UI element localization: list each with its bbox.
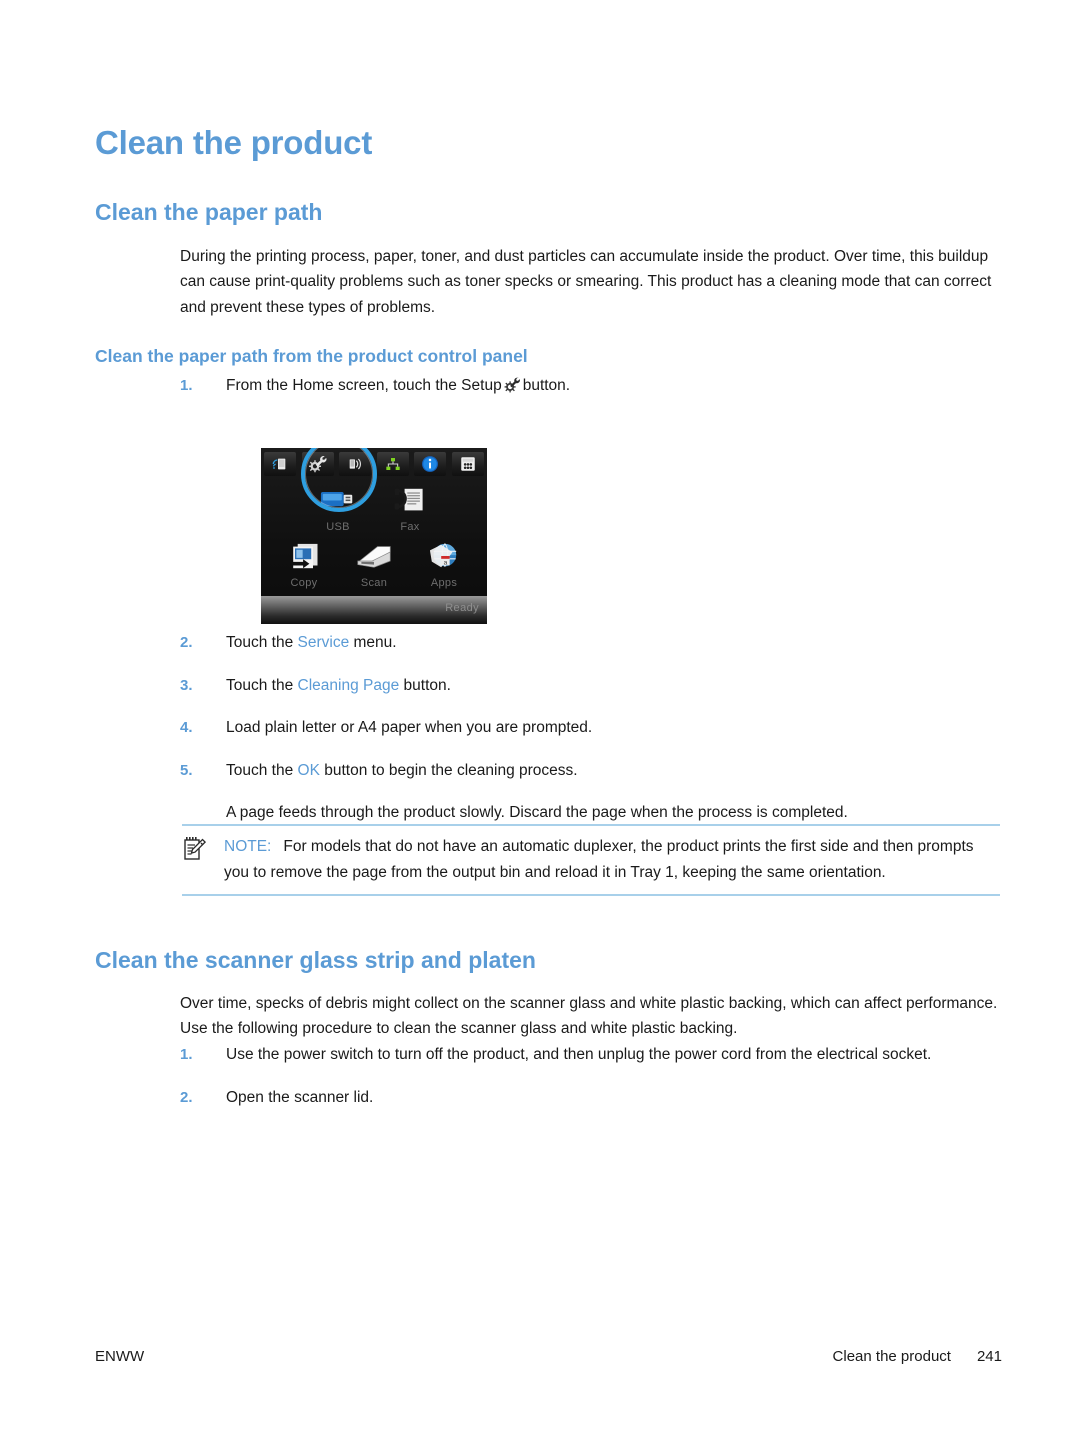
- subsection-heading-control-panel: Clean the paper path from the product co…: [95, 345, 528, 366]
- list-item: 2. Open the scanner lid.: [180, 1085, 1006, 1111]
- step-number: 3.: [180, 676, 193, 694]
- step-text-after: button to begin the cleaning process.: [319, 761, 578, 779]
- page-title: Clean the product: [95, 124, 373, 162]
- section-heading-clean-paper-path: Clean the paper path: [95, 199, 323, 226]
- step-number: 1.: [180, 377, 193, 394]
- document-page: Clean the product Clean the paper path D…: [0, 0, 1080, 1437]
- apps-globe-icon: a: [407, 536, 481, 576]
- ui-reference: OK: [297, 761, 320, 779]
- setup-wrench-gear-icon: [504, 376, 521, 393]
- section-heading-clean-scanner-glass: Clean the scanner glass strip and platen: [95, 947, 536, 974]
- list-item: 5. Touch the OK button to begin the clean…: [180, 758, 1006, 784]
- step-text: Use the power switch to turn off the pro…: [226, 1046, 932, 1063]
- step-text-before: Load plain letter or A4 paper when you a…: [226, 719, 593, 736]
- control-panel-top-icon-bar: [261, 450, 487, 477]
- step-number: 2.: [180, 1088, 193, 1106]
- note-text: For models that do not have an automatic…: [224, 838, 974, 881]
- step-number: 5.: [180, 761, 193, 779]
- ui-reference: Cleaning Page: [297, 676, 400, 694]
- step-number: 1.: [180, 1046, 193, 1063]
- supplies-status-icon[interactable]: [451, 451, 484, 476]
- tile-label: USB: [326, 521, 350, 533]
- tile-label: Fax: [400, 521, 420, 533]
- wireless-signal-icon[interactable]: [339, 451, 372, 476]
- control-panel-app-tiles: USB Fax Copy Scan a Apps: [261, 478, 487, 596]
- tile-label: Scan: [360, 577, 388, 589]
- usb-drive-icon: [301, 480, 375, 520]
- footer-page-number: 241: [976, 1348, 1002, 1365]
- step-text-before: Touch the: [226, 634, 298, 651]
- procedure-list-scanner: 1. Use the power switch to turn off the p…: [180, 1042, 1006, 1110]
- list-item: 1. From the Home screen, touch the Setup: [180, 373, 1006, 399]
- procedure-list-cleaning-page: 2. Touch the Service menu. 3. Touch the Cl…: [180, 630, 1006, 843]
- list-item: 2. Touch the Service menu.: [180, 630, 1006, 656]
- note-label: NOTE:: [224, 838, 272, 855]
- step-number: 4.: [180, 719, 193, 736]
- section-intro-paragraph: During the printing process, paper, tone…: [180, 247, 992, 316]
- step-text-after: button.: [522, 377, 571, 394]
- svg-text:a: a: [444, 559, 448, 566]
- tile-label: Copy: [290, 577, 318, 589]
- note-pad-pencil-icon: [182, 836, 208, 862]
- footer-right: Clean the product 241: [833, 1348, 1002, 1365]
- step-text-after: menu.: [349, 634, 397, 651]
- tile-label: Apps: [430, 577, 458, 589]
- status-text: Ready: [445, 602, 479, 614]
- note-admonition: NOTE: For models that do not have an auto…: [182, 824, 1000, 896]
- footer-language-code: ENWW: [95, 1348, 145, 1365]
- fax-icon: [373, 480, 447, 520]
- list-item: 1. Use the power switch to turn off the p…: [180, 1042, 1006, 1068]
- information-icon[interactable]: [414, 451, 447, 476]
- control-panel-tile-copy[interactable]: Copy: [267, 536, 341, 589]
- ui-reference: Service: [297, 634, 350, 651]
- step-text-before: Touch the: [226, 761, 298, 779]
- step-number: 2.: [180, 634, 193, 651]
- control-panel-tile-usb[interactable]: USB: [301, 480, 375, 533]
- footer-section-title: Clean the product: [832, 1348, 951, 1365]
- step-text-before: From the Home screen, touch the Setup: [226, 377, 502, 394]
- list-item: 4. Load plain letter or A4 paper when you…: [180, 715, 1006, 741]
- control-panel-tile-scan[interactable]: Scan: [337, 536, 411, 589]
- control-panel-screen: USB Fax Copy Scan a Apps Ready: [261, 448, 487, 624]
- control-panel-tile-apps[interactable]: a Apps: [407, 536, 481, 589]
- network-icon[interactable]: [376, 451, 409, 476]
- step-trailing-paragraph: A page feeds through the product slowly.…: [226, 804, 848, 821]
- step-text-after: button.: [399, 676, 451, 694]
- wireless-direct-icon[interactable]: [264, 451, 296, 476]
- note-body: NOTE: For models that do not have an auto…: [182, 834, 1000, 885]
- section-intro-paragraph-scanner: Over time, specks of debris might collec…: [180, 994, 998, 1038]
- control-panel-status-bar: Ready: [261, 596, 487, 624]
- list-item: 3. Touch the Cleaning Page button.: [180, 673, 1006, 699]
- control-panel-screenshot: USB Fax Copy Scan a Apps Ready: [261, 448, 487, 624]
- copy-icon: [267, 536, 341, 576]
- scan-icon: [337, 536, 411, 576]
- setup-wrench-gear-icon[interactable]: [301, 451, 334, 476]
- control-panel-tile-fax[interactable]: Fax: [373, 480, 447, 533]
- procedure-list-control-panel: 1. From the Home screen, touch the Setup: [180, 373, 1006, 399]
- step-text: Open the scanner lid.: [226, 1088, 374, 1106]
- step-text-before: Touch the: [226, 676, 298, 694]
